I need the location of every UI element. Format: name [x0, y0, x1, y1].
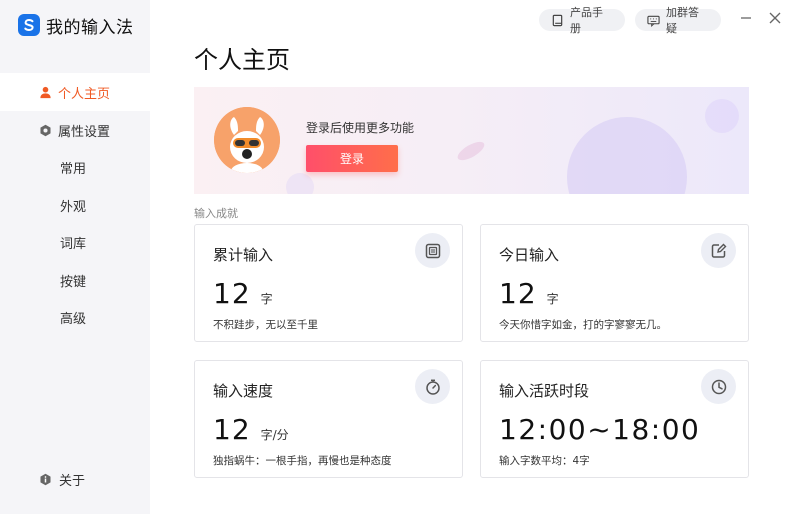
card-value: 12 字: [213, 277, 273, 310]
sidebar: 我的输入法 个人主页 属性设置 常用 外观 词库 按键 高级 关于: [0, 0, 150, 514]
product-manual-label: 产品手册: [570, 6, 603, 35]
banner-decoration: [286, 173, 314, 194]
login-prompt: 登录后使用更多功能: [306, 121, 415, 135]
app-title: 我的输入法: [18, 11, 134, 39]
card-value: 12 字/分: [213, 413, 289, 446]
card-number: 12: [213, 413, 251, 446]
hexagon-gear-icon: [38, 123, 52, 137]
card-title: 累计输入: [213, 246, 274, 264]
mascot-avatar-icon: [214, 107, 280, 173]
sidebar-item-about[interactable]: 关于: [38, 469, 85, 489]
sidebar-item-settings[interactable]: 属性设置: [0, 111, 150, 149]
close-button[interactable]: [767, 10, 783, 26]
card-number: 12:00~18:00: [499, 413, 701, 446]
card-title: 今日输入: [499, 246, 560, 264]
minimize-icon: [739, 11, 753, 25]
app-logo-icon: [18, 14, 40, 36]
section-label: 输入成就: [194, 207, 238, 220]
input-speed-card: 输入速度 12 字/分 独指蜗牛：一根手指，再慢也是种态度: [194, 360, 463, 478]
card-unit: 字: [260, 292, 273, 306]
clock-icon: [701, 369, 736, 404]
about-label: 关于: [59, 473, 86, 489]
card-unit: 字/分: [260, 428, 289, 442]
app-name: 我的输入法: [46, 17, 134, 38]
login-button[interactable]: 登录: [306, 145, 398, 172]
page-title: 个人主页: [194, 46, 290, 74]
document-icon: [415, 233, 450, 268]
total-input-card: 累计输入 12 字 不积跬步，无以至千里: [194, 224, 463, 342]
sidebar-item-label: 个人主页: [58, 86, 111, 102]
today-input-card: 今日输入 12 字 今天你惜字如金，打的字寥寥无几。: [480, 224, 749, 342]
card-number: 12: [499, 277, 537, 310]
join-group-label: 加群答疑: [666, 6, 699, 35]
login-banner: 登录后使用更多功能 登录: [194, 87, 749, 194]
card-title: 输入速度: [213, 382, 274, 400]
book-icon: [551, 14, 564, 27]
sidebar-item-lexicon[interactable]: 词库: [0, 224, 150, 262]
edit-icon: [701, 233, 736, 268]
sidebar-item-home[interactable]: 个人主页: [0, 73, 150, 111]
active-period-card: 输入活跃时段 12:00~18:00 输入字数平均：4字: [480, 360, 749, 478]
sidebar-item-keys[interactable]: 按键: [0, 262, 150, 300]
close-icon: [768, 11, 782, 25]
card-description: 今天你惜字如金，打的字寥寥无几。: [499, 319, 667, 331]
banner-decoration: [705, 99, 739, 133]
sidebar-item-common[interactable]: 常用: [0, 149, 150, 187]
card-title: 输入活跃时段: [499, 382, 590, 400]
stopwatch-icon: [415, 369, 450, 404]
sidebar-nav: 个人主页 属性设置 常用 外观 词库 按键 高级: [0, 73, 150, 337]
card-value: 12 字: [499, 277, 559, 310]
sidebar-item-advanced[interactable]: 高级: [0, 299, 150, 337]
join-group-button[interactable]: 加群答疑: [635, 6, 721, 35]
product-manual-button[interactable]: 产品手册: [539, 6, 625, 35]
card-unit: 字: [546, 292, 559, 306]
banner-decoration: [455, 138, 487, 164]
card-description: 不积跬步，无以至千里: [213, 319, 318, 331]
sidebar-item-label: 属性设置: [58, 124, 111, 140]
card-description: 独指蜗牛：一根手指，再慢也是种态度: [213, 455, 392, 467]
card-number: 12: [213, 277, 251, 310]
user-icon: [38, 85, 52, 99]
keyboard-chat-icon: [647, 14, 660, 27]
card-description: 输入字数平均：4字: [499, 455, 590, 467]
info-shield-icon: [38, 472, 52, 486]
minimize-button[interactable]: [738, 10, 754, 26]
avatar: [214, 107, 280, 173]
banner-decoration: [567, 117, 687, 194]
sidebar-item-appearance[interactable]: 外观: [0, 187, 150, 225]
